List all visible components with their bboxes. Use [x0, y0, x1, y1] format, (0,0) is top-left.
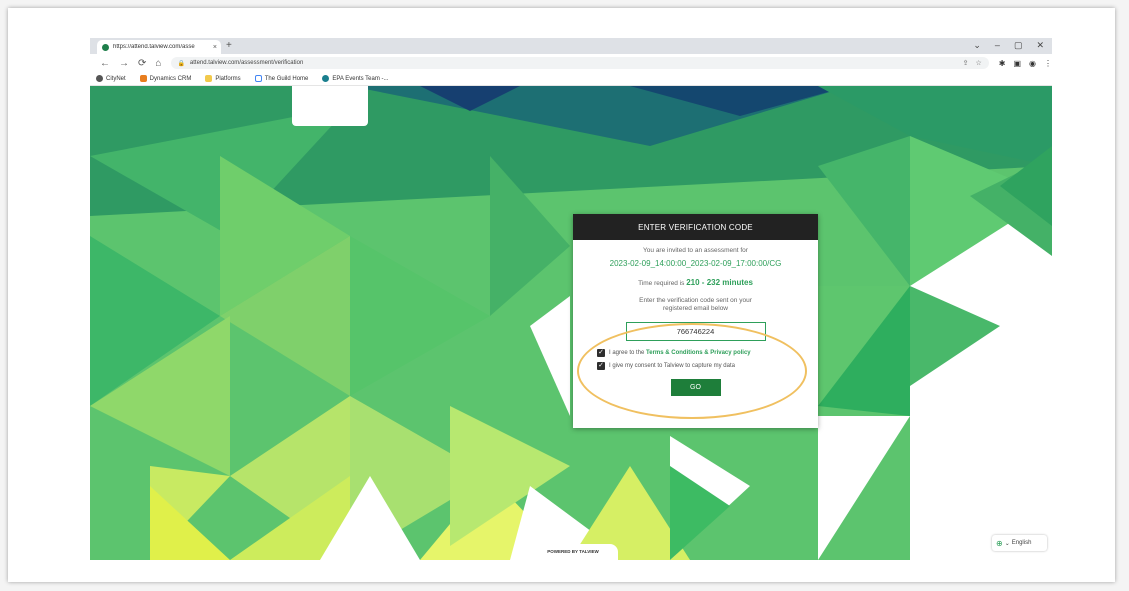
- assessment-page: ENTER VERIFICATION CODE You are invited …: [90, 86, 1052, 560]
- tab-close-icon[interactable]: ×: [213, 44, 217, 51]
- address-bar[interactable]: 🔒 attend.talview.com/assessment/verifica…: [171, 57, 989, 69]
- menu-icon[interactable]: ⋮: [1044, 59, 1052, 68]
- bookmark-epa-events[interactable]: EPA Events Team -...: [322, 75, 389, 82]
- new-tab-button[interactable]: +: [226, 40, 232, 51]
- maximize-button[interactable]: ▢: [1014, 40, 1023, 51]
- verification-dialog: ENTER VERIFICATION CODE You are invited …: [573, 214, 818, 428]
- instruction-text: Enter the verification code sent on your…: [639, 297, 752, 312]
- time-required: Time required is 210 - 232 minutes: [573, 278, 818, 287]
- screenshot-frame: https://attend.talview.com/asse × + ⌄ – …: [8, 8, 1115, 582]
- bookmark-guild-home[interactable]: The Guild Home: [254, 75, 309, 82]
- data-consent-row: ✓ I give my consent to Talview to captur…: [597, 362, 818, 370]
- sidebar-icon[interactable]: ▣: [1013, 59, 1021, 68]
- nav-buttons: ← → ⟳ ⌂: [100, 58, 161, 69]
- language-label: English: [1011, 540, 1032, 546]
- invite-text: You are invited to an assessment for: [643, 247, 748, 254]
- bookmark-label: Platforms: [215, 75, 241, 82]
- time-value: 210 - 232 minutes: [686, 278, 753, 287]
- bookmark-citynet[interactable]: CityNet: [96, 75, 126, 82]
- agree-prefix: I agree to the: [609, 350, 645, 356]
- minimize-button[interactable]: –: [995, 40, 1000, 51]
- address-row: ← → ⟳ ⌂ 🔒 attend.talview.com/assessment/…: [90, 54, 1052, 72]
- terms-checkbox[interactable]: ✓: [597, 349, 605, 357]
- profile-icon[interactable]: ◉: [1029, 59, 1036, 68]
- terms-text: I agree to the Terms & Conditions & Priv…: [609, 350, 751, 356]
- language-selector[interactable]: ⊕ ⌄ English: [992, 535, 1047, 551]
- bookmark-label: CityNet: [106, 75, 126, 82]
- back-icon[interactable]: ←: [100, 58, 110, 69]
- bookmarks-bar: CityNet Dynamics CRM Platforms The Guild…: [90, 72, 1052, 86]
- url-text: attend.talview.com/assessment/verificati…: [189, 60, 304, 66]
- extensions-area: ✱ ▣ ◉ ⋮: [999, 59, 1052, 68]
- home-icon[interactable]: ⌂: [155, 58, 161, 69]
- dialog-title: ENTER VERIFICATION CODE: [573, 214, 818, 240]
- terms-link[interactable]: Terms & Conditions & Privacy policy: [646, 350, 751, 356]
- bookmark-platforms[interactable]: Platforms: [205, 75, 241, 82]
- folder-icon: [205, 75, 213, 82]
- terms-consent-row: ✓ I agree to the Terms & Conditions & Pr…: [597, 349, 818, 357]
- assessment-schedule: 2023-02-09_14:00:00_2023-02-09_17:00:00/…: [609, 259, 782, 268]
- bookmark-star-icon[interactable]: ☆: [975, 59, 981, 67]
- verification-code-input[interactable]: [625, 322, 766, 341]
- share-icon[interactable]: ⇪: [963, 59, 969, 67]
- bookmark-dynamics-crm[interactable]: Dynamics CRM: [139, 75, 192, 82]
- triangle-background: [90, 86, 1052, 560]
- citynet-icon: [96, 75, 103, 82]
- go-button[interactable]: GO: [670, 379, 721, 396]
- powered-by-badge: POWERED BY TALVIEW: [528, 544, 618, 560]
- tab-search-icon[interactable]: ⌄: [973, 40, 981, 51]
- consent-text: I give my consent to Talview to capture …: [609, 363, 735, 369]
- company-logo-placeholder: [292, 86, 368, 126]
- extension-icon[interactable]: ✱: [999, 59, 1006, 68]
- bookmark-label: The Guild Home: [264, 75, 309, 82]
- tab-title: https://attend.talview.com/asse: [113, 44, 195, 50]
- globe-icon: ⊕: [996, 538, 1003, 548]
- favicon-icon: [102, 43, 109, 51]
- globe-icon: [322, 75, 330, 82]
- browser-window: https://attend.talview.com/asse × + ⌄ – …: [90, 38, 1052, 560]
- dynamics-icon: [139, 75, 147, 82]
- google-icon: [254, 75, 262, 82]
- tab-strip: https://attend.talview.com/asse × + ⌄ – …: [90, 38, 1052, 54]
- bookmark-label: EPA Events Team -...: [332, 75, 389, 82]
- window-controls: ⌄ – ▢ ✕: [973, 40, 1044, 51]
- chevron-down-icon: ⌄: [1004, 540, 1010, 547]
- reload-icon[interactable]: ⟳: [138, 58, 146, 69]
- time-label: Time required is: [638, 280, 685, 287]
- bookmark-label: Dynamics CRM: [149, 75, 192, 82]
- close-window-button[interactable]: ✕: [1036, 40, 1044, 51]
- lock-icon: 🔒: [177, 60, 185, 67]
- consent-checkbox[interactable]: ✓: [597, 362, 605, 370]
- forward-icon[interactable]: →: [119, 58, 129, 69]
- browser-tab[interactable]: https://attend.talview.com/asse ×: [97, 40, 221, 54]
